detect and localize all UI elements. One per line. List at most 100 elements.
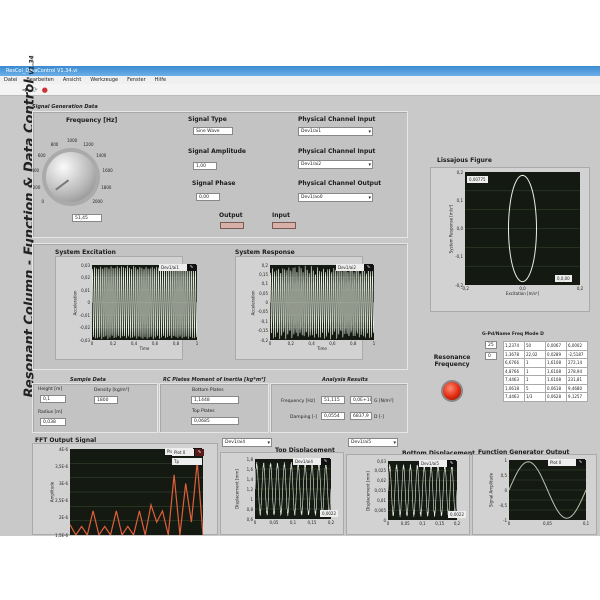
bot_disp-channel-dropdown[interactable]: Dev1/ai5 ▾ bbox=[348, 438, 398, 447]
signal-amplitude-input[interactable]: 1,00 bbox=[193, 162, 217, 170]
table-cell[interactable]: 9,1257 bbox=[566, 392, 588, 402]
frequency-knob[interactable] bbox=[46, 152, 96, 202]
table-cell[interactable]: 1,6108 bbox=[545, 366, 567, 376]
menu-ansicht[interactable]: Ansicht bbox=[63, 77, 81, 83]
y-tick-label: 1 bbox=[250, 496, 253, 502]
table-cell[interactable]: 0,0289 bbox=[545, 349, 567, 359]
top_disp-plot-legend[interactable]: Dev1/ai4 bbox=[293, 458, 321, 465]
menu-datei[interactable]: Datei bbox=[4, 77, 17, 83]
top-disp-cursor[interactable]: 0,0022 bbox=[320, 510, 338, 517]
response-plot bbox=[270, 265, 374, 340]
table-cell[interactable]: 9,4680 bbox=[566, 383, 588, 393]
table-cell[interactable]: 1,6108 bbox=[545, 375, 567, 385]
table-row-index[interactable]: 25 bbox=[485, 341, 497, 349]
channel-input1-dropdown[interactable]: Dev1/ai1 ▾ bbox=[298, 127, 373, 136]
signal-type-ring[interactable]: Sine Wave bbox=[193, 127, 233, 135]
funcgen-plot-legend[interactable]: Plot 0 bbox=[548, 459, 576, 466]
lissajous-cursor-1[interactable]: 0,00775 bbox=[467, 176, 488, 183]
abort-icon[interactable]: ● bbox=[42, 86, 48, 94]
output-button[interactable] bbox=[220, 222, 244, 229]
top-plates-input[interactable]: 0,0685 bbox=[191, 417, 239, 425]
plot-line-style-icon[interactable]: ∿ bbox=[187, 264, 196, 271]
result-shear-modulus: 0,0E+10 bbox=[350, 396, 372, 404]
y-tick-label: 1,8 bbox=[246, 456, 253, 462]
y-tick-label: 0 bbox=[87, 300, 90, 305]
x-tick-label: 0,15 bbox=[307, 520, 317, 525]
y-tick-label: 3,5E-6 bbox=[55, 463, 68, 469]
y-tick-label: 0,6 bbox=[246, 516, 253, 522]
x-tick-label: 0,2 bbox=[576, 286, 584, 291]
table-cell[interactable]: 1 bbox=[524, 366, 546, 376]
table-cell[interactable]: -2,5187 bbox=[566, 349, 588, 359]
x-tick-label: 0 bbox=[90, 341, 94, 346]
table-cell[interactable]: 278,94 bbox=[566, 366, 588, 376]
table-cell[interactable]: 1 bbox=[524, 375, 546, 385]
fft-legend-2[interactable]: Tp bbox=[172, 458, 202, 465]
y-tick-label: 0 bbox=[504, 487, 507, 493]
x-tick-label: 1 bbox=[372, 341, 376, 346]
table-cell[interactable]: 50 bbox=[524, 341, 546, 351]
response-plot-legend[interactable]: Dev1/ai2 bbox=[336, 264, 364, 271]
table-cell[interactable]: 1,6108 bbox=[545, 358, 567, 368]
plot-line-style-icon[interactable]: ∿ bbox=[364, 264, 373, 271]
plot-line-style-icon[interactable]: ∿ bbox=[195, 449, 204, 456]
table-row: 1,0618 5 0,0618 9,4680 bbox=[503, 383, 588, 393]
shear-modulus-unit: G [N/m²] bbox=[374, 399, 394, 404]
top_disp-channel-dropdown[interactable]: Dev1/ai4 ▾ bbox=[222, 438, 272, 447]
radius-label: Radius [m] bbox=[38, 410, 63, 415]
y-tick-label: -0,15 bbox=[257, 328, 268, 334]
x-tick-label: 0 bbox=[507, 521, 511, 526]
lissajous-x-axis-label: Excitation [m/s²] bbox=[505, 291, 540, 296]
table-cell[interactable]: 0,0618 bbox=[545, 383, 567, 393]
table-cell[interactable]: 22,02 bbox=[524, 349, 546, 359]
channel-input2-dropdown[interactable]: Dev1/ai2 ▾ bbox=[298, 160, 373, 169]
x-tick-label: 0,15 bbox=[435, 521, 445, 526]
resonance-led bbox=[441, 380, 463, 402]
bottom-plates-input[interactable]: 1,1448 bbox=[191, 396, 239, 404]
input-button[interactable] bbox=[272, 222, 296, 229]
table-cell[interactable]: 231,81 bbox=[566, 375, 588, 385]
table-cell[interactable]: 6,0002 bbox=[566, 341, 588, 351]
table-cell[interactable]: 0,0067 bbox=[545, 341, 567, 351]
lissajous-cursor-2[interactable]: 0,0,00 bbox=[555, 275, 572, 282]
knob-pointer bbox=[55, 179, 69, 191]
bot_disp-plot-legend[interactable]: Dev1/ai5 bbox=[419, 460, 447, 467]
signal-phase-label: Signal Phase bbox=[192, 180, 236, 187]
height-input[interactable]: 0,1 bbox=[40, 395, 66, 403]
plot-line-style-icon[interactable]: ∿ bbox=[321, 458, 330, 465]
table-cell[interactable]: 1 bbox=[524, 358, 546, 368]
plot-line-style-icon[interactable]: ∿ bbox=[576, 459, 585, 466]
menu-werkzeuge[interactable]: Werkzeuge bbox=[90, 77, 118, 83]
table-cell[interactable]: 7,4463 bbox=[503, 392, 525, 402]
signal-phase-input[interactable]: 0,00 bbox=[196, 193, 220, 201]
menu-hilfe[interactable]: Hilfe bbox=[155, 77, 166, 83]
table-cell[interactable]: 1,0618 bbox=[503, 383, 525, 393]
table-cell[interactable]: 4,8766 bbox=[503, 366, 525, 376]
y-tick-label: 0,2 bbox=[261, 262, 268, 268]
table-col-index[interactable]: 0 bbox=[485, 352, 497, 360]
y-tick-label: 0,005 bbox=[374, 507, 386, 513]
fft-legend[interactable]: Plot 0 bbox=[172, 449, 194, 456]
y-tick-label: 0,8 bbox=[246, 506, 253, 512]
table-cell[interactable]: 5 bbox=[524, 383, 546, 393]
table-cell[interactable]: 1,3678 bbox=[503, 349, 525, 359]
y-tick-label: 4E-6 bbox=[58, 446, 68, 452]
table-cell[interactable]: 7,4463 bbox=[503, 375, 525, 385]
channel-output-dropdown[interactable]: Dev1/ao0 ▾ bbox=[298, 193, 373, 202]
knob-tick-label: 1800 bbox=[101, 185, 112, 191]
plot-line-style-icon[interactable]: ∿ bbox=[447, 460, 456, 467]
x-tick-label: 0,2 bbox=[109, 341, 117, 346]
results-table-title: G-Pd/Name Freq Mode D bbox=[482, 332, 544, 337]
table-cell[interactable]: 1,2374 bbox=[503, 341, 525, 351]
table-cell[interactable]: 272,14 bbox=[566, 358, 588, 368]
menu-fenster[interactable]: Fenster bbox=[127, 77, 146, 83]
excitation-plot-legend[interactable]: Dev1/ai1 bbox=[159, 264, 187, 271]
frequency-numeric[interactable]: 51,45 bbox=[72, 214, 102, 222]
bot-disp-cursor[interactable]: 0,0022 bbox=[448, 511, 466, 518]
radius-input[interactable]: 0,038 bbox=[40, 418, 66, 426]
table-cell[interactable]: 1/3 bbox=[524, 392, 546, 402]
signal-type-label: Signal Type bbox=[188, 116, 227, 123]
density-input[interactable]: 1800 bbox=[94, 396, 118, 404]
table-cell[interactable]: 0,0628 bbox=[545, 392, 567, 402]
table-cell[interactable]: 6,6766 bbox=[503, 358, 525, 368]
